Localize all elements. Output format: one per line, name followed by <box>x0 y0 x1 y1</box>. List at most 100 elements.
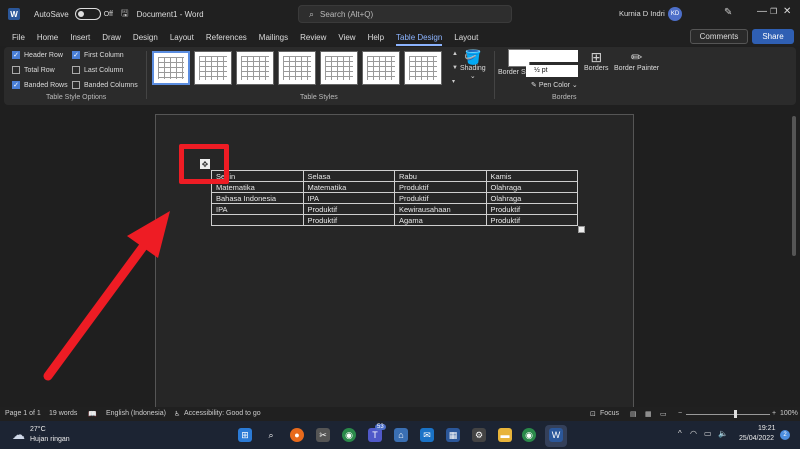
table-cell[interactable]: Kamis <box>485 170 578 182</box>
zoom-out-icon[interactable]: − <box>678 410 682 417</box>
tab-draw[interactable]: Draw <box>102 33 121 42</box>
table-cell[interactable]: Kewirausahaan <box>394 203 487 215</box>
volume-icon[interactable]: 🔈 <box>718 429 728 438</box>
tab-references[interactable]: References <box>206 33 247 42</box>
mail-icon[interactable]: ✉ <box>420 428 434 442</box>
user-name[interactable]: Kurnia D Indri <box>619 9 665 18</box>
gallery-scroll[interactable]: ▲ ▼ ▾ <box>452 51 460 85</box>
chevron-down-icon[interactable]: ▼ <box>452 65 460 71</box>
close-icon[interactable]: ✕ <box>783 6 791 17</box>
table-cell[interactable]: Olahraga <box>485 181 578 193</box>
settings-icon[interactable]: ⚙ <box>472 428 486 442</box>
weather-description[interactable]: Hujan ringan <box>30 436 70 443</box>
shading-button[interactable]: 🪣 Shading ⌄ <box>460 49 486 80</box>
table-cell[interactable]: Rabu <box>394 170 487 182</box>
border-painter-button[interactable]: ✏ Border Painter <box>614 49 659 72</box>
clock-date[interactable]: 25/04/2022 <box>739 435 774 442</box>
chrome-icon[interactable]: ◉ <box>342 428 356 442</box>
table-style-thumb[interactable] <box>194 51 232 85</box>
tab-design[interactable]: Design <box>133 33 158 42</box>
chevron-up-icon[interactable]: ^ <box>678 429 682 438</box>
share-button[interactable]: Share <box>752 29 794 44</box>
table-cell[interactable]: Produktif <box>394 192 487 204</box>
autosave-toggle[interactable] <box>74 8 101 20</box>
tab-table-layout[interactable]: Layout <box>454 33 478 42</box>
first-column-option[interactable]: ✓ First Column <box>72 51 124 59</box>
tab-view[interactable]: View <box>338 33 355 42</box>
wifi-icon[interactable]: ◠ <box>690 429 697 438</box>
total-row-option[interactable]: Total Row <box>12 66 55 74</box>
tab-review[interactable]: Review <box>300 33 326 42</box>
last-column-option[interactable]: Last Column <box>72 66 123 74</box>
table-style-thumb[interactable] <box>404 51 442 85</box>
pen-icon[interactable]: ✎ <box>724 7 732 18</box>
store-icon[interactable]: ⌂ <box>394 428 408 442</box>
save-icon[interactable]: 🖫 <box>121 6 129 22</box>
banded-columns-option[interactable]: Banded Columns <box>72 81 138 89</box>
table-cell[interactable]: Olahraga <box>485 192 578 204</box>
tab-file[interactable]: File <box>12 33 25 42</box>
table-style-thumb[interactable] <box>320 51 358 85</box>
snipping-tool-icon[interactable]: ✂ <box>316 428 330 442</box>
table-cell[interactable]: Bahasa Indonesia <box>211 192 304 204</box>
zoom-slider-thumb[interactable] <box>734 410 737 418</box>
clock-time[interactable]: 19:21 <box>758 425 776 432</box>
notification-badge[interactable]: 2 <box>780 430 790 440</box>
table-cell[interactable]: Produktif <box>302 203 395 215</box>
weather-temperature[interactable]: 27°C <box>30 426 46 433</box>
pen-color-button[interactable]: ✎ Pen Color ⌄ <box>531 81 578 89</box>
focus-button[interactable]: Focus <box>600 410 619 417</box>
table-cell[interactable]: IPA <box>211 203 304 215</box>
file-explorer-icon[interactable]: ▬ <box>498 428 512 442</box>
web-layout-icon[interactable]: ▭ <box>660 410 667 418</box>
tab-layout[interactable]: Layout <box>170 33 194 42</box>
chevron-up-icon[interactable]: ▲ <box>452 51 460 57</box>
more-icon[interactable]: ▾ <box>452 78 460 85</box>
avatar[interactable]: KD <box>668 7 682 21</box>
restore-icon[interactable]: ❐ <box>770 7 777 16</box>
tab-insert[interactable]: Insert <box>70 33 90 42</box>
table-cell[interactable]: Agama <box>394 214 487 226</box>
battery-icon[interactable]: ▭ <box>704 429 712 438</box>
word-icon[interactable]: W <box>549 428 563 442</box>
table-cell[interactable]: Produktif <box>485 214 578 226</box>
tab-mailings[interactable]: Mailings <box>259 33 288 42</box>
table-cell[interactable]: IPA <box>302 192 395 204</box>
tab-home[interactable]: Home <box>37 33 58 42</box>
banded-rows-option[interactable]: ✓ Banded Rows <box>12 81 68 89</box>
windows-start-icon[interactable]: ⊞ <box>238 428 252 442</box>
table-style-thumb[interactable] <box>152 51 190 85</box>
table-cell[interactable]: Matematika <box>302 181 395 193</box>
table-style-thumb[interactable] <box>362 51 400 85</box>
vertical-scrollbar[interactable] <box>791 106 798 406</box>
scroll-thumb[interactable] <box>792 116 796 256</box>
table-cell[interactable]: Produktif <box>485 203 578 215</box>
comments-button[interactable]: Comments <box>690 29 748 44</box>
minimize-icon[interactable]: — <box>757 6 767 17</box>
tab-table-design[interactable]: Table Design <box>396 33 443 46</box>
table-cell[interactable] <box>211 214 304 226</box>
zoom-level[interactable]: 100% <box>780 410 798 417</box>
page-count[interactable]: Page 1 of 1 <box>5 410 41 417</box>
document-table[interactable]: Senin Selasa Rabu Kamis Matematika Matem… <box>211 170 578 226</box>
table-cell[interactable]: Produktif <box>302 214 395 226</box>
search-icon[interactable]: ⌕ <box>264 428 278 442</box>
print-layout-icon[interactable]: ▦ <box>645 410 652 418</box>
pen-weight-select[interactable]: ½ pt <box>526 65 578 77</box>
table-cell[interactable]: Produktif <box>394 181 487 193</box>
zoom-slider[interactable] <box>686 414 770 415</box>
header-row-option[interactable]: ✓ Header Row <box>12 51 63 59</box>
firefox-icon[interactable]: ● <box>290 428 304 442</box>
accessibility-status[interactable]: Accessibility: Good to go <box>184 410 261 417</box>
search-box[interactable]: ⌕ Search (Alt+Q) <box>298 5 512 23</box>
teams-icon[interactable]: T <box>368 428 382 442</box>
chrome-icon[interactable]: ◉ <box>522 428 536 442</box>
zoom-in-icon[interactable]: + <box>772 410 776 417</box>
line-style-select[interactable] <box>526 50 578 62</box>
tab-help[interactable]: Help <box>368 33 384 42</box>
read-mode-icon[interactable]: ▤ <box>630 410 637 418</box>
borders-button[interactable]: ⊞ Borders <box>584 49 609 72</box>
proofing-icon[interactable]: 📖 <box>88 410 97 418</box>
table-style-thumb[interactable] <box>236 51 274 85</box>
word-count[interactable]: 19 words <box>49 410 77 417</box>
